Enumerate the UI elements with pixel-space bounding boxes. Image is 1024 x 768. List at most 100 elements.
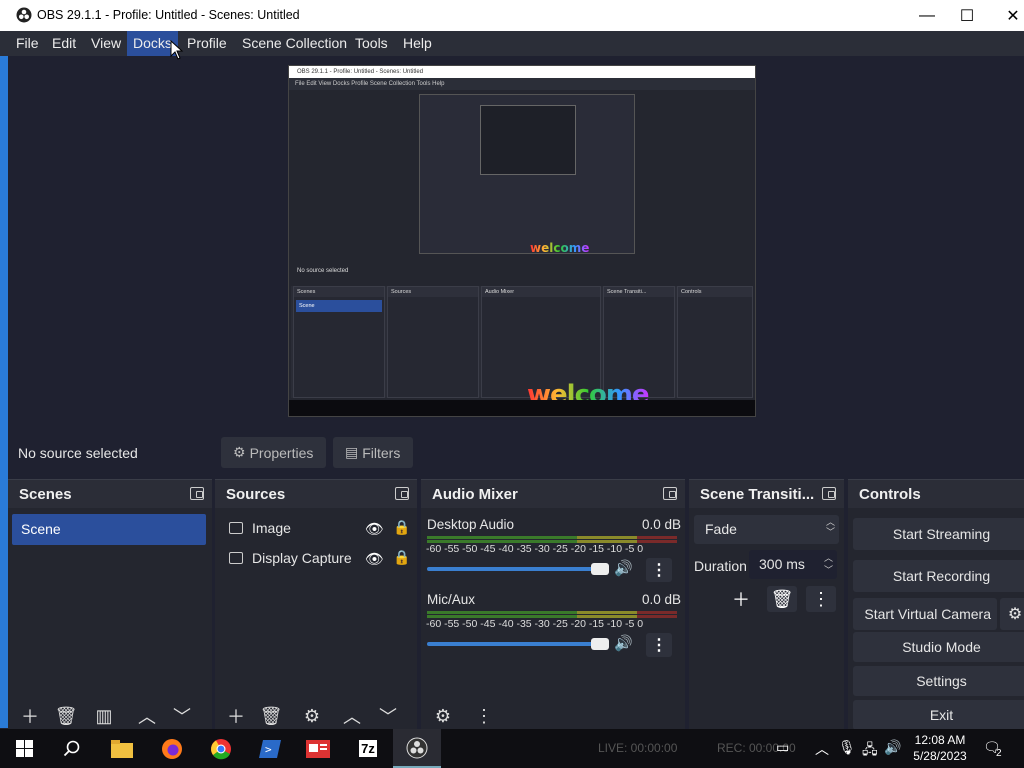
network-icon[interactable]: 🖧: [862, 739, 878, 763]
spin-arrows-icon[interactable]: ︿ ﹀: [824, 552, 833, 576]
filters-button[interactable]: ▤ Filters: [333, 437, 413, 468]
scenes-title: Scenes: [19, 486, 72, 503]
source-properties-gear-icon[interactable]: ⚙: [297, 702, 327, 730]
volume-slider-handle[interactable]: [591, 563, 609, 575]
powershell-icon[interactable]: >: [246, 729, 294, 768]
speaker-icon[interactable]: 🔊: [614, 559, 633, 577]
move-up-icon[interactable]: ︿: [337, 702, 367, 730]
image-icon: [229, 522, 243, 534]
channel-db: 0.0 dB: [642, 592, 682, 607]
menu-tools[interactable]: Tools: [349, 31, 394, 56]
svg-text:>: >: [265, 743, 272, 756]
obs-icon[interactable]: [393, 729, 441, 768]
start-recording-button[interactable]: Start Recording: [853, 560, 1024, 592]
close-button[interactable]: ✕: [990, 0, 1024, 31]
live-status: LIVE: 00:00:00: [598, 741, 678, 755]
presentation-icon[interactable]: [294, 729, 342, 768]
channel-db: 0.0 dB: [642, 517, 682, 532]
menu-profile[interactable]: Profile: [181, 31, 233, 56]
transition-properties-button[interactable]: ⋮: [806, 586, 836, 612]
controls-title: Controls: [859, 486, 921, 503]
visibility-eye-icon[interactable]: 👁: [365, 550, 384, 568]
level-meter: [427, 536, 677, 543]
menu-help[interactable]: Help: [397, 31, 438, 56]
transition-select[interactable]: Fade ︿ ﹀: [694, 515, 839, 544]
add-scene-button[interactable]: ＋: [15, 702, 45, 730]
start-streaming-button[interactable]: Start Streaming: [853, 518, 1024, 550]
remove-transition-button[interactable]: 🗑: [767, 586, 797, 612]
volume-slider-handle[interactable]: [591, 638, 609, 650]
level-meter: [427, 611, 677, 618]
lock-icon[interactable]: 🔒: [393, 549, 410, 566]
nested-dock-controls: Controls: [677, 286, 753, 398]
chevron-up-icon[interactable]: ︿: [815, 739, 829, 759]
nested-welcome-small: welcome: [530, 241, 590, 255]
source-item-image[interactable]: Image 👁 🔒: [223, 518, 413, 542]
add-transition-button[interactable]: ＋: [726, 586, 756, 612]
settings-button[interactable]: Settings: [853, 666, 1024, 696]
preview-canvas[interactable]: OBS 29.1.1 - Profile: Untitled - Scenes:…: [288, 65, 756, 417]
sources-dock: Sources Image 👁 🔒 Display Capture 👁 🔒 ＋ …: [215, 479, 417, 729]
virtual-camera-gear-icon[interactable]: ⚙: [1000, 598, 1024, 630]
move-down-icon[interactable]: ﹀: [167, 702, 197, 730]
nested-screen: welcome: [419, 94, 635, 255]
volume-slider[interactable]: [427, 567, 599, 571]
mixer-menu-button[interactable]: ⋮: [469, 702, 499, 730]
menu-view[interactable]: View: [85, 31, 127, 56]
visibility-eye-icon[interactable]: 👁: [365, 520, 384, 538]
lock-icon[interactable]: 🔒: [393, 519, 410, 536]
start-virtual-camera-button[interactable]: Start Virtual Camera: [853, 598, 997, 630]
float-dock-icon[interactable]: [190, 487, 204, 500]
virtual-desktop-icon[interactable]: ▭: [776, 739, 789, 756]
dock-header: Scene Transiti...: [689, 480, 844, 508]
dock-header: Scenes: [8, 480, 212, 508]
file-explorer-icon[interactable]: [98, 729, 146, 768]
nested-inner-screen: [480, 105, 576, 175]
start-icon[interactable]: [0, 729, 48, 768]
channel-menu-button[interactable]: ⋮: [646, 633, 672, 657]
nested-dock-title: Sources: [388, 287, 478, 297]
chrome-icon[interactable]: [197, 729, 245, 768]
obs-logo-icon: [16, 7, 32, 23]
remove-scene-button[interactable]: 🗑: [51, 702, 81, 730]
nested-dock-title: Audio Mixer: [482, 287, 600, 297]
microphone-icon[interactable]: 🎙: [838, 739, 856, 756]
firefox-icon[interactable]: [148, 729, 196, 768]
studio-mode-button[interactable]: Studio Mode: [853, 632, 1024, 662]
move-up-icon[interactable]: ︿: [132, 702, 162, 730]
remove-source-button[interactable]: 🗑: [256, 702, 286, 730]
speaker-icon[interactable]: 🔊: [614, 634, 633, 652]
scene-item[interactable]: Scene: [12, 514, 206, 545]
duration-spinbox[interactable]: 300 ms ︿ ﹀: [749, 550, 837, 579]
exit-button[interactable]: Exit: [853, 700, 1024, 730]
add-source-button[interactable]: ＋: [221, 702, 251, 730]
maximize-button[interactable]: ☐: [944, 0, 990, 31]
float-dock-icon[interactable]: [663, 487, 677, 500]
nested-docks: Scenes Scene Sources Audio Mixer Scene T…: [291, 286, 753, 398]
clock[interactable]: 12:08 AM 5/28/2023: [898, 732, 982, 764]
volume-slider[interactable]: [427, 642, 599, 646]
dock-header: Controls: [848, 480, 1024, 508]
advanced-audio-gear-icon[interactable]: ⚙: [428, 702, 458, 730]
menu-edit[interactable]: Edit: [46, 31, 82, 56]
float-dock-icon[interactable]: [822, 487, 836, 500]
properties-button[interactable]: ⚙ Properties: [221, 437, 326, 468]
move-down-icon[interactable]: ﹀: [373, 702, 403, 730]
channel-name: Desktop Audio: [427, 517, 515, 532]
7zip-icon[interactable]: 7z: [344, 729, 392, 768]
gear-icon: ⚙: [233, 444, 246, 460]
menu-scene-collection[interactable]: Scene Collection: [236, 31, 353, 56]
search-icon[interactable]: [48, 729, 96, 768]
nested-dock-title: Scene Transiti...: [604, 287, 674, 297]
menu-file[interactable]: File: [10, 31, 45, 56]
nested-dock-title: Scenes: [294, 287, 384, 297]
no-source-label: No source selected: [18, 445, 138, 461]
clock-time: 12:08 AM: [914, 733, 966, 747]
transition-value: Fade: [705, 521, 737, 537]
window-titlebar: OBS 29.1.1 - Profile: Untitled - Scenes:…: [0, 0, 1024, 31]
channel-menu-button[interactable]: ⋮: [646, 558, 672, 582]
source-label: Image: [252, 520, 291, 536]
scene-filters-button[interactable]: ▥: [89, 702, 119, 730]
float-dock-icon[interactable]: [395, 487, 409, 500]
source-item-display-capture[interactable]: Display Capture 👁 🔒: [223, 548, 413, 572]
